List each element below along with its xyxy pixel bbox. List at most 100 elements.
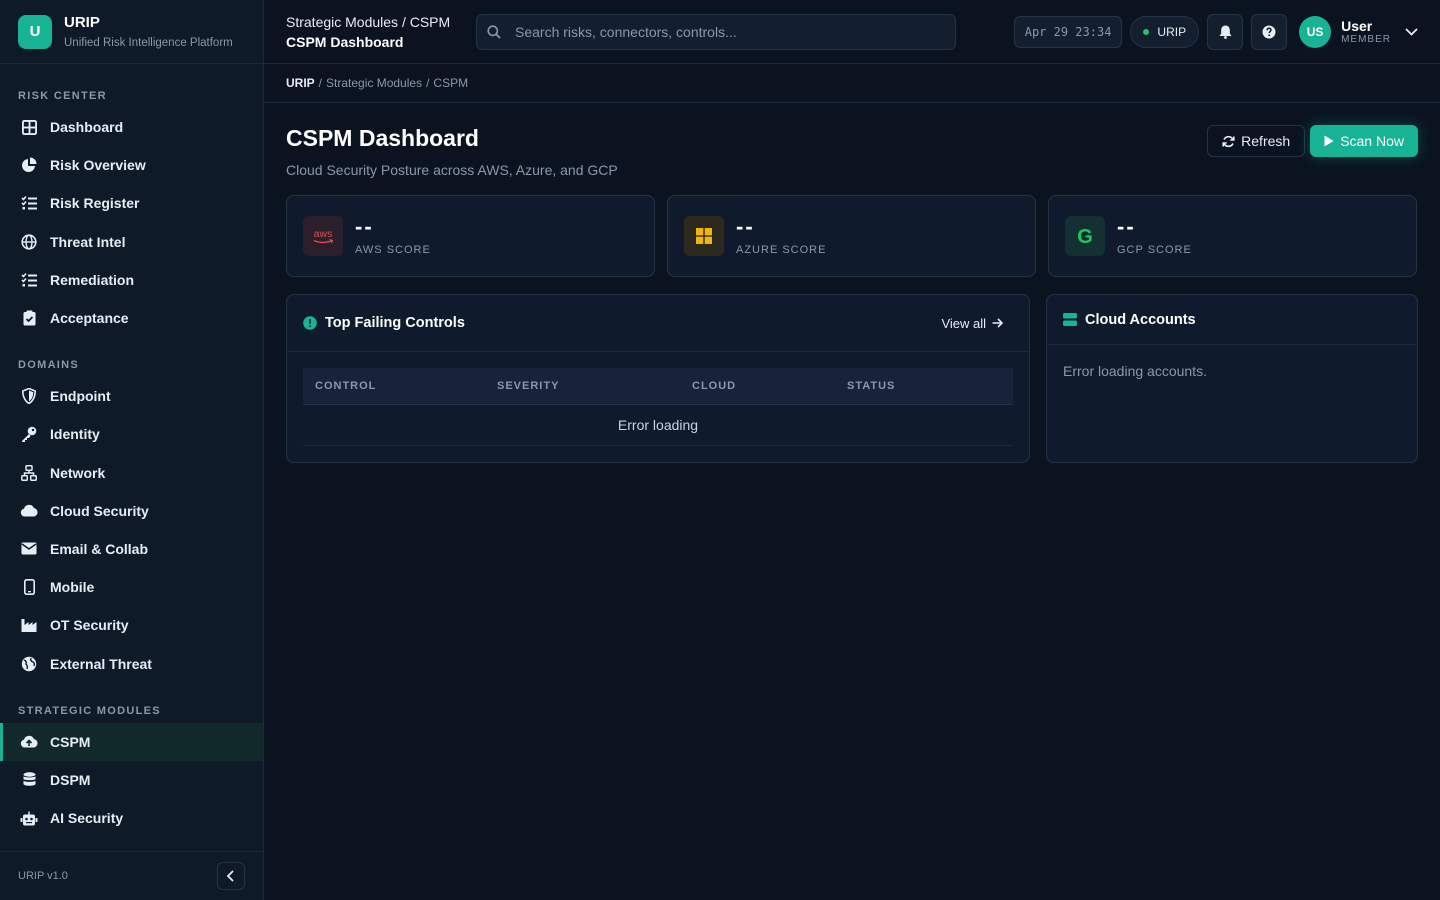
score-cards: aws -- AWS SCORE -- AZURE SCORE G -- GCP… [286, 195, 1418, 277]
search-icon [487, 24, 501, 39]
sidebar-item-label: Identity [50, 426, 100, 443]
sidebar-item-dashboard[interactable]: Dashboard [0, 108, 263, 146]
search-box[interactable] [476, 13, 956, 50]
column-header-cloud[interactable]: CLOUD [692, 380, 847, 392]
list-check-icon [20, 271, 38, 289]
shield-icon [20, 387, 38, 405]
sidebar-item-label: Threat Intel [50, 233, 126, 250]
notifications-button[interactable] [1207, 13, 1244, 50]
topbar: Strategic Modules / CSPM CSPM Dashboard … [264, 0, 1440, 64]
pie-chart-icon [20, 156, 38, 174]
page-actions: Refresh Scan Now [1207, 125, 1418, 178]
column-header-status[interactable]: STATUS [847, 380, 895, 392]
breadcrumb-separator: / [426, 76, 430, 90]
mobile-icon [20, 578, 38, 596]
sidebar-item-acceptance[interactable]: Acceptance [0, 299, 263, 337]
sidebar-item-label: External Threat [50, 655, 152, 672]
sidebar-item-external-threat[interactable]: External Threat [0, 644, 263, 682]
sidebar-item-risk-overview[interactable]: Risk Overview [0, 146, 263, 184]
cloud-accounts-panel: Cloud Accounts Error loading accounts. [1046, 294, 1418, 463]
sidebar-item-label: Cloud Security [50, 502, 149, 519]
sidebar-item-dspm[interactable]: DSPM [0, 761, 263, 799]
error-message: Error loading [617, 417, 699, 433]
sidebar-item-label: Endpoint [50, 388, 111, 405]
play-icon [1324, 135, 1340, 147]
sidebar-item-mobile[interactable]: Mobile [0, 568, 263, 606]
list-check-icon [20, 194, 38, 212]
page-title: CSPM Dashboard [286, 125, 479, 151]
refresh-button[interactable]: Refresh [1207, 125, 1306, 157]
alert-circle-icon [303, 316, 317, 330]
sidebar-item-label: Acceptance [50, 310, 129, 327]
main-content: CSPM Dashboard Cloud Security Posture ac… [286, 103, 1418, 463]
aws-logo-text: aws [314, 228, 333, 240]
breadcrumb-root[interactable]: URIP [286, 76, 315, 90]
panels: Top Failing Controls View all CONTROL SE… [286, 294, 1418, 463]
sidebar-item-email-collab[interactable]: Email & Collab [0, 530, 263, 568]
page-header: CSPM Dashboard Cloud Security Posture ac… [286, 125, 1418, 178]
sidebar-item-endpoint[interactable]: Endpoint [0, 377, 263, 415]
nav-section-risk-center: RISK CENTER Dashboard Risk Overview Risk… [0, 64, 263, 337]
azure-score-card[interactable]: -- AZURE SCORE [667, 195, 1036, 277]
sidebar-item-identity[interactable]: Identity [0, 415, 263, 453]
breadcrumb: URIP / Strategic Modules / CSPM [264, 64, 1440, 103]
scan-now-button[interactable]: Scan Now [1310, 125, 1418, 157]
column-header-severity[interactable]: SEVERITY [497, 380, 692, 392]
azure-score-value: -- [736, 214, 755, 239]
sidebar-item-threat-intel[interactable]: Threat Intel [0, 223, 263, 261]
breadcrumb-item[interactable]: Strategic Modules [326, 76, 422, 90]
table-header: CONTROL SEVERITY CLOUD STATUS [303, 368, 1013, 405]
arrow-right-icon [986, 318, 1003, 328]
view-all-link[interactable]: View all [941, 316, 1003, 331]
windows-logo-icon [684, 216, 724, 256]
google-logo-icon: G [1065, 216, 1105, 256]
sidebar-item-remediation[interactable]: Remediation [0, 261, 263, 299]
sidebar-item-ot-security[interactable]: OT Security [0, 606, 263, 644]
sidebar-item-label: Email & Collab [50, 540, 149, 557]
globe-icon [20, 233, 38, 251]
cloud-accounts-message: Error loading accounts. [1063, 363, 1207, 379]
aws-score-value: -- [355, 214, 374, 239]
nav-section-domains: DOMAINS Endpoint Identity Network Cloud … [0, 337, 263, 683]
sidebar-item-ai-security[interactable]: AI Security [0, 799, 263, 837]
search-input[interactable] [515, 23, 935, 40]
sidebar-item-risk-register[interactable]: Risk Register [0, 184, 263, 222]
chevron-down-icon [1405, 27, 1418, 36]
sidebar-item-label: CSPM [50, 733, 91, 750]
sidebar-item-label: Risk Overview [50, 157, 146, 174]
page-subtitle: Cloud Security Posture across AWS, Azure… [286, 162, 618, 178]
refresh-icon [1222, 135, 1241, 148]
aws-score-card[interactable]: aws -- AWS SCORE [286, 195, 655, 277]
column-header-control[interactable]: CONTROL [303, 380, 497, 392]
clock: Apr 29 23:34 [1013, 15, 1123, 48]
gcp-score-card[interactable]: G -- GCP SCORE [1048, 195, 1417, 277]
aws-logo-icon: aws [303, 216, 343, 256]
breadcrumb-current: CSPM [433, 76, 469, 90]
sidebar-item-label: Dashboard [50, 119, 124, 136]
gcp-score-value: -- [1117, 214, 1136, 239]
network-icon [20, 464, 38, 482]
user-role: MEMBER [1341, 34, 1391, 45]
sidebar-item-label: Risk Register [50, 195, 140, 212]
sidebar-item-network[interactable]: Network [0, 454, 263, 492]
user-menu[interactable]: US User MEMBER [1299, 15, 1418, 48]
top-failing-controls-panel: Top Failing Controls View all CONTROL SE… [286, 294, 1030, 463]
tenant-badge[interactable]: URIP [1130, 15, 1200, 48]
nav-heading: DOMAINS [18, 359, 80, 372]
user-name: User [1341, 18, 1373, 34]
sidebar-item-cloud-security[interactable]: Cloud Security [0, 492, 263, 530]
server-icon [1063, 313, 1077, 326]
header-title-block: Strategic Modules / CSPM CSPM Dashboard [286, 14, 476, 50]
table-empty-row: Error loading [303, 405, 1013, 446]
sidebar-item-cspm[interactable]: CSPM [0, 722, 263, 761]
sidebar-item-label: Network [50, 464, 106, 481]
help-button[interactable] [1251, 13, 1288, 50]
collapse-sidebar-button[interactable] [217, 862, 245, 890]
brand[interactable]: U URIP Unified Risk Intelligence Platfor… [0, 0, 263, 64]
sidebar-item-label: Remediation [50, 271, 135, 288]
panel-title: Top Failing Controls [325, 315, 465, 331]
robot-icon [20, 809, 38, 827]
sidebar-item-label: AI Security [50, 810, 124, 827]
key-icon [20, 425, 38, 443]
topbar-right: Apr 29 23:34 URIP US User MEMBER [1013, 13, 1418, 50]
